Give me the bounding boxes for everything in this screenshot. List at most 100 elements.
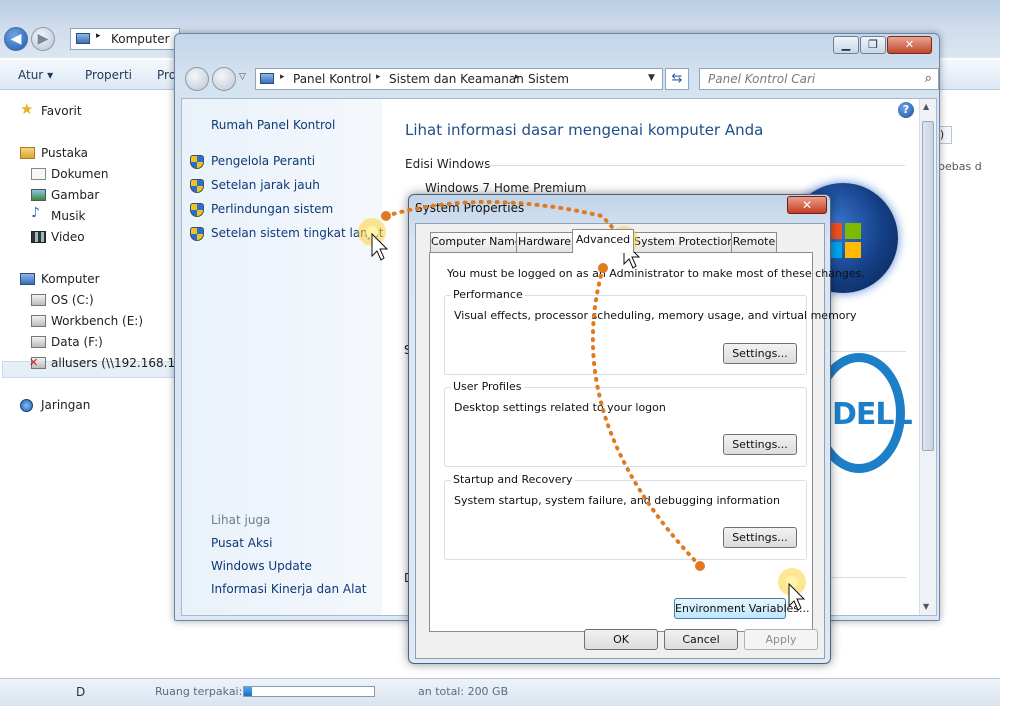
link-windows-update[interactable]: Windows Update: [211, 559, 312, 573]
network-globe-icon: [20, 399, 33, 412]
minimize-icon: ▁: [841, 38, 851, 51]
tab-computer-name[interactable]: Computer Name: [430, 232, 522, 252]
link-pusat-aksi[interactable]: Pusat Aksi: [211, 536, 273, 550]
windows-edition-value: Windows 7 Home Premium: [425, 181, 587, 195]
music-icon: ♪: [31, 205, 40, 221]
scroll-up-icon[interactable]: ▲: [923, 102, 929, 111]
ok-button[interactable]: OK: [584, 629, 658, 650]
documents-icon: [31, 168, 46, 180]
drive-f-icon: [31, 336, 46, 348]
link-setelan-sistem-tingkat-lanjut[interactable]: Setelan sistem tingkat lanjut: [211, 226, 383, 240]
user-profiles-settings-button[interactable]: Settings...: [723, 434, 797, 455]
performance-group: Performance Visual effects, processor sc…: [444, 288, 857, 375]
nav-item-jaringan[interactable]: Jaringan: [41, 398, 90, 412]
network-drive-icon: ✕: [29, 356, 46, 369]
close-icon: ✕: [904, 38, 915, 51]
arrow-left-icon: ◀: [10, 31, 22, 47]
desktop-screenshot: ◀ ▶ ▸ Komputer Atur ▾ Properti Pro ★ Fav…: [0, 0, 1010, 714]
dialog-close-button[interactable]: ✕: [787, 196, 827, 214]
tab-advanced[interactable]: Advanced: [572, 229, 634, 253]
nav-item-gambar[interactable]: Gambar: [51, 188, 99, 202]
link-informasi-kinerja[interactable]: Informasi Kinerja dan Alat: [211, 582, 367, 596]
refresh-button[interactable]: ⇆: [665, 68, 689, 90]
link-setelan-jarak-jauh[interactable]: Setelan jarak jauh: [211, 178, 320, 192]
star-icon: ★: [20, 100, 34, 118]
close-icon: ✕: [801, 198, 813, 212]
startup-recovery-settings-button[interactable]: Settings...: [723, 527, 797, 548]
drive-e-icon: [31, 315, 46, 327]
close-button[interactable]: ✕: [887, 36, 932, 54]
environment-variables-button[interactable]: Environment Variables...: [674, 598, 810, 619]
atur-menu-button[interactable]: Atur ▾: [18, 68, 53, 82]
startup-recovery-group-label: Startup and Recovery: [451, 473, 575, 486]
performance-settings-button[interactable]: Settings...: [723, 343, 797, 364]
used-space-bar-fill: [244, 687, 252, 696]
chevron-down-icon: ▾: [47, 68, 54, 82]
nav-item-video[interactable]: Video: [51, 230, 85, 244]
dell-logo-text: DELL: [832, 397, 913, 432]
performance-group-label: Performance: [451, 288, 525, 301]
explorer-content-edge: ) bebas d: [930, 120, 1000, 620]
windows-flag-green: [845, 223, 861, 239]
breadcrumb-sistem-keamanan[interactable]: Sistem dan Keamanan: [389, 72, 524, 86]
cp-search-input[interactable]: Panel Kontrol Cari ⌕: [699, 68, 939, 90]
nav-item-komputer[interactable]: Komputer: [41, 272, 100, 286]
nav-item-musik[interactable]: Musik: [51, 209, 86, 223]
vertical-scrollbar[interactable]: ▲ ▼: [919, 99, 936, 615]
link-rumah-panel-kontrol[interactable]: Rumah Panel Kontrol: [211, 118, 335, 132]
breadcrumb-sistem[interactable]: Sistem: [528, 72, 569, 86]
help-icon[interactable]: ?: [898, 102, 914, 118]
breadcrumb-separator-icon: ▸: [280, 72, 285, 82]
nav-item-os-drive[interactable]: OS (C:): [51, 293, 94, 307]
breadcrumb-separator-icon: ▸: [96, 31, 101, 41]
cancel-button[interactable]: Cancel: [664, 629, 738, 650]
user-profiles-group-label: User Profiles: [451, 380, 524, 393]
address-dropdown-icon[interactable]: ▼: [648, 73, 655, 83]
apply-button[interactable]: Apply: [744, 629, 818, 650]
drive-c-icon: [31, 294, 46, 306]
forward-button[interactable]: ▶: [31, 27, 55, 51]
minimize-button[interactable]: ▁: [833, 36, 859, 54]
see-also-header: Lihat juga: [211, 513, 271, 527]
cp-address-bar[interactable]: ▸ Panel Kontrol ▸ Sistem dan Keamanan ▸ …: [255, 68, 663, 90]
cp-forward-button[interactable]: [212, 67, 236, 91]
status-drive-initial: D: [76, 685, 86, 699]
nav-item-favorit[interactable]: Favorit: [41, 104, 82, 118]
explorer-address-text: Komputer: [111, 32, 170, 46]
explorer-address-bar[interactable]: ▸ Komputer: [70, 28, 180, 50]
uac-shield-icon: [190, 227, 204, 241]
used-space-bar: [243, 686, 375, 697]
breadcrumb-panel-kontrol[interactable]: Panel Kontrol: [293, 72, 371, 86]
back-button[interactable]: ◀: [4, 27, 28, 51]
scrollbar-thumb[interactable]: [922, 121, 934, 451]
breadcrumb-separator-icon: ▸: [376, 72, 381, 82]
startup-recovery-group: Startup and Recovery System startup, sys…: [444, 473, 807, 560]
nav-item-dokumen[interactable]: Dokumen: [51, 167, 108, 181]
maximize-button[interactable]: ❐: [860, 36, 886, 54]
search-icon[interactable]: ⌕: [925, 71, 932, 86]
free-space-fragment: bebas d: [938, 160, 982, 173]
user-profiles-description: Desktop settings related to your logon: [454, 401, 666, 414]
user-profiles-group: User Profiles Desktop settings related t…: [444, 380, 807, 467]
link-perlindungan-sistem[interactable]: Perlindungan sistem: [211, 202, 333, 216]
recent-pages-chevron-icon[interactable]: ▽: [239, 72, 246, 82]
refresh-icon: ⇆: [671, 71, 683, 86]
section-divider: [822, 351, 906, 352]
uac-shield-icon: [190, 179, 204, 193]
nav-item-workbench-drive[interactable]: Workbench (E:): [51, 314, 143, 328]
status-total-size: an total: 200 GB: [418, 685, 509, 698]
explorer-status-bar: D Ruang terpakai: an total: 200 GB: [0, 678, 1000, 706]
uac-shield-icon: [190, 155, 204, 169]
scroll-down-icon[interactable]: ▼: [923, 602, 929, 611]
tab-remote[interactable]: Remote: [731, 232, 777, 252]
tab-system-protection[interactable]: System Protection: [633, 232, 734, 252]
cp-back-button[interactable]: [185, 67, 209, 91]
link-pengelola-peranti[interactable]: Pengelola Peranti: [211, 154, 315, 168]
restore-icon: ❐: [868, 38, 878, 51]
performance-description: Visual effects, processor scheduling, me…: [454, 309, 857, 322]
nav-item-pustaka[interactable]: Pustaka: [41, 146, 88, 160]
properti-button[interactable]: Properti: [85, 68, 132, 82]
dialog-client-area: Computer Name Hardware Advanced System P…: [415, 223, 865, 659]
nav-item-data-drive[interactable]: Data (F:): [51, 335, 103, 349]
tab-hardware[interactable]: Hardware: [516, 232, 573, 252]
